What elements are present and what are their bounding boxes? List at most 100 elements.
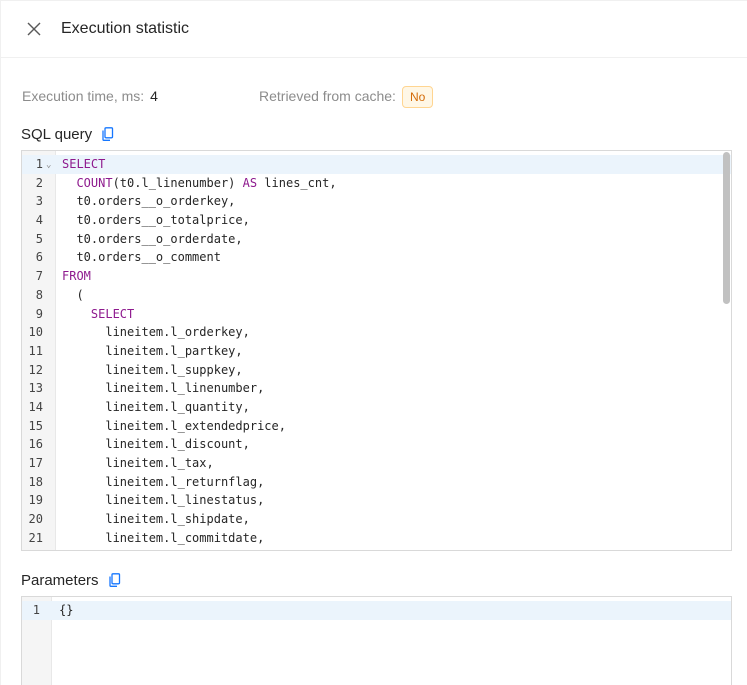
line-number: 20 (28, 512, 43, 527)
code-fragment: lines_cnt, (257, 175, 337, 190)
line-number: 12 (28, 362, 43, 377)
code-text: FROM (62, 267, 91, 286)
code-text: t0.orders__o_comment (62, 248, 221, 267)
sql-keyword: COUNT (76, 175, 113, 190)
code-text: ( (62, 286, 84, 305)
stats-row: Execution time, ms: 4 Retrieved from cach… (22, 85, 722, 109)
line-number: 17 (28, 456, 43, 470)
sql-keyword: SELECT (90, 306, 135, 321)
parameters-section-title: Parameters (21, 571, 121, 591)
line-number: 7 (35, 269, 43, 284)
code-fragment: t0.orders__o_totalprice, (76, 213, 250, 228)
code-line: 4 t0.orders__o_totalprice, (22, 211, 731, 230)
code-text: lineitem.l_linenumber, (62, 379, 264, 398)
line-number: 4 (35, 213, 43, 228)
line-number: 21 (28, 530, 43, 545)
code-text: lineitem.l_linestatus, (62, 491, 264, 510)
line-number: 2 (35, 175, 43, 190)
line-number: 13 (28, 381, 43, 396)
code-line: 1 {} (22, 601, 731, 620)
code-line: 9 SELECT (22, 305, 731, 324)
code-line: 2 COUNT(t0.l_linenumber) AS lines_cnt, (22, 174, 731, 193)
code-text: COUNT(t0.l_linenumber) AS lines_cnt, (62, 174, 337, 193)
line-number: 19 (28, 493, 43, 508)
code-fragment: lineitem.l_returnflag, (105, 474, 265, 489)
code-line: 19 lineitem.l_linestatus, (22, 491, 731, 510)
execution-time-stat: Execution time, ms: 4 (22, 85, 158, 107)
copy-icon[interactable] (102, 127, 114, 141)
cache-stat: Retrieved from cache: No (259, 85, 434, 109)
code-text: lineitem.l_partkey, (62, 342, 243, 361)
code-line: 20 lineitem.l_shipdate, (22, 510, 731, 529)
code-line: 3 t0.orders__o_orderkey, (22, 192, 731, 211)
line-number: 18 (28, 474, 43, 489)
line-number: 15 (28, 418, 43, 433)
code-fragment: lineitem.l_commitdate, (105, 530, 265, 545)
code-line: 7 FROM (22, 267, 731, 286)
code-fragment: t0.orders__o_orderkey, (76, 194, 236, 209)
line-number: 14 (28, 399, 43, 414)
code-text: lineitem.l_quantity, (62, 398, 250, 417)
copy-icon[interactable] (109, 573, 121, 587)
parameters-editor[interactable]: 1 {} (21, 596, 732, 685)
code-text: t0.orders__o_totalprice, (62, 211, 250, 230)
code-line: 15 lineitem.l_extendedprice, (22, 417, 731, 436)
code-fragment: lineitem.l_suppkey, (105, 362, 243, 377)
line-number: 5 (35, 231, 43, 246)
sql-scrollbar-track[interactable] (721, 151, 731, 550)
code-line: 12 lineitem.l_suppkey, (22, 361, 731, 380)
panel-title: Execution statistic (61, 20, 190, 37)
sql-code-area[interactable]: 1 ⌄ SELECT 2 COUNT(t0.l_linenumber) AS line… (22, 155, 731, 547)
code-text: lineitem.l_tax, (62, 454, 213, 473)
sql-scrollbar-thumb[interactable] (723, 152, 730, 304)
code-line: 5 t0.orders__o_orderdate, (22, 230, 731, 249)
line-number: 1 (32, 603, 40, 617)
code-line: 10 lineitem.l_orderkey, (22, 323, 731, 342)
code-text: SELECT (62, 155, 105, 174)
sql-query-section-title: SQL query (21, 125, 114, 145)
code-fragment: (t0.l_linenumber) (112, 175, 243, 190)
code-text: {} (59, 603, 74, 617)
panel-header: Execution statistic (1, 1, 747, 58)
line-number: 9 (35, 306, 43, 321)
code-line: 1 ⌄ SELECT (22, 155, 731, 174)
code-line: 21 lineitem.l_commitdate, (22, 529, 731, 548)
code-text: lineitem.l_commitdate, (62, 529, 264, 548)
code-text: lineitem.l_extendedprice, (62, 417, 286, 436)
code-line: 17 lineitem.l_tax, (22, 454, 731, 473)
code-fragment: lineitem.l_orderkey, (105, 325, 250, 340)
parameters-code-area[interactable]: 1 {} (22, 601, 731, 620)
sql-editor[interactable]: 1 ⌄ SELECT 2 COUNT(t0.l_linenumber) AS line… (21, 150, 732, 551)
code-text: lineitem.l_orderkey, (62, 323, 250, 342)
code-line: 11 lineitem.l_partkey, (22, 342, 731, 361)
sql-keyword: FROM (62, 269, 91, 284)
code-fragment: lineitem.l_linestatus, (105, 493, 265, 508)
execution-time-value: 4 (150, 88, 158, 104)
close-icon[interactable] (26, 21, 42, 37)
sql-query-title: SQL query (21, 126, 93, 143)
code-text: t0.orders__o_orderkey, (62, 192, 235, 211)
code-fragment: ( (76, 287, 84, 302)
code-text: lineitem.l_returnflag, (62, 473, 264, 492)
code-line: 14 lineitem.l_quantity, (22, 398, 731, 417)
code-text: t0.orders__o_orderdate, (62, 230, 242, 249)
line-number: 6 (35, 250, 43, 265)
code-fragment: lineitem.l_extendedprice, (105, 418, 286, 433)
code-fragment: t0.orders__o_comment (76, 250, 221, 265)
parameters-title: Parameters (21, 572, 99, 589)
line-number: 10 (28, 325, 43, 340)
code-text: lineitem.l_suppkey, (62, 361, 243, 380)
code-fragment: lineitem.l_partkey, (105, 343, 243, 358)
execution-statistic-panel: Execution statistic Execution time, ms: 4… (0, 0, 747, 685)
code-line: 18 lineitem.l_returnflag, (22, 473, 731, 492)
code-line: 16 lineitem.l_discount, (22, 435, 731, 454)
code-line: 6 t0.orders__o_comment (22, 248, 731, 267)
fold-chevron-icon[interactable]: ⌄ (46, 156, 51, 175)
line-number: 1 (35, 157, 43, 171)
code-fragment: lineitem.l_linenumber, (105, 381, 265, 396)
line-number: 11 (28, 343, 43, 358)
line-number: 8 (35, 287, 43, 302)
code-text: lineitem.l_shipdate, (62, 510, 250, 529)
sql-keyword: AS (242, 175, 258, 190)
line-number: 3 (35, 194, 43, 209)
